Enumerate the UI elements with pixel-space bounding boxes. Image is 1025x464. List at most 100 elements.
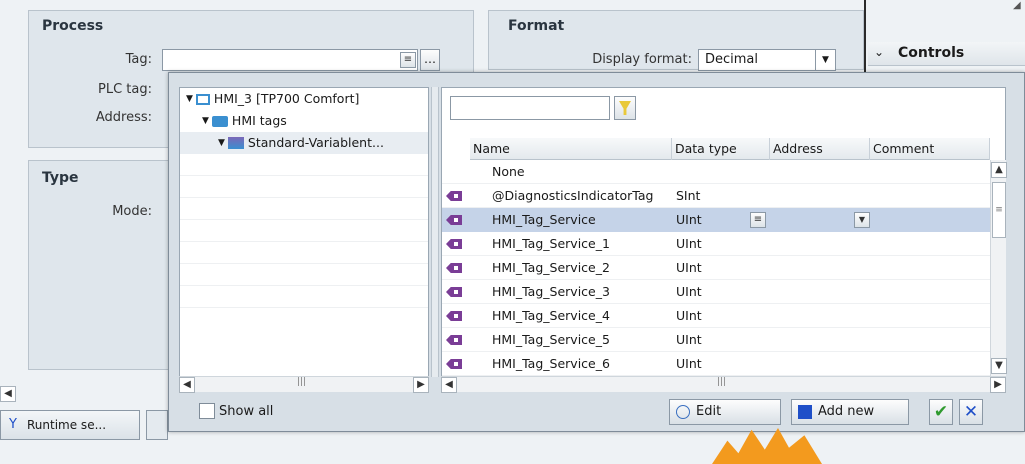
tag-data-type: UInt xyxy=(676,332,702,347)
tag-grid: Name Data type Address Comment None @Diag… xyxy=(441,87,1007,391)
column-header-data-type[interactable]: Data type xyxy=(672,138,770,160)
second-tab[interactable] xyxy=(146,410,168,440)
scroll-thumb[interactable]: ≡ xyxy=(992,182,1006,238)
tag-name: HMI_Tag_Service_2 xyxy=(492,260,610,275)
grid-rows: None @DiagnosticsIndicatorTag SInt HMI_Tag_… xyxy=(442,160,990,378)
filter-funnel-icon xyxy=(619,101,631,115)
tag-data-type: UInt xyxy=(676,284,702,299)
column-header-address[interactable]: Address xyxy=(770,138,870,160)
table-row[interactable]: HMI_Tag_Service_6 UInt xyxy=(442,352,990,376)
scroll-up-icon[interactable]: ▲ xyxy=(991,162,1007,178)
table-row[interactable]: HMI_Tag_Service_5 UInt xyxy=(442,328,990,352)
tag-input[interactable] xyxy=(162,49,418,71)
scroll-down-icon[interactable]: ▼ xyxy=(991,358,1007,374)
expand-arrow-icon: ▼ xyxy=(218,138,225,148)
tag-name: HMI_Tag_Service_5 xyxy=(492,332,610,347)
table-row[interactable]: HMI_Tag_Service_3 UInt xyxy=(442,280,990,304)
tree-item-hmi-tags[interactable]: ▼ HMI tags xyxy=(180,110,428,132)
grid-vscrollbar[interactable]: ▲ ≡ ▼ xyxy=(990,160,1007,378)
tree-empty-row xyxy=(180,154,428,176)
add-new-icon xyxy=(798,405,812,419)
hmi-tag-icon xyxy=(446,359,462,369)
tag-data-type: SInt xyxy=(676,188,701,203)
tag-data-type: UInt xyxy=(676,260,702,275)
close-icon: ✕ xyxy=(963,402,979,422)
tree-item-label: HMI_3 [TP700 Comfort] xyxy=(213,91,360,106)
scroll-grip-icon: ||| xyxy=(297,377,307,387)
tag-name: HMI_Tag_Service_4 xyxy=(492,308,610,323)
left-scroll-arrow[interactable]: ◀ xyxy=(0,386,16,402)
folder-icon xyxy=(211,115,228,127)
tag-browse-button[interactable]: … xyxy=(420,49,440,71)
tag-data-type: UInt xyxy=(676,356,702,371)
column-header-name[interactable]: Name xyxy=(470,138,672,160)
filter-input[interactable] xyxy=(450,96,610,120)
controls-title: Controls xyxy=(898,45,965,61)
plc-tag-label: PLC tag: xyxy=(98,82,152,97)
tree-item-hmi-device[interactable]: ▼ HMI_3 [TP700 Comfort] xyxy=(180,88,428,110)
table-row[interactable]: @DiagnosticsIndicatorTag SInt xyxy=(442,184,990,208)
table-row[interactable]: HMI_Tag_Service_4 UInt xyxy=(442,304,990,328)
splitter[interactable] xyxy=(431,87,439,377)
tree-item-standard-table[interactable]: ▼ Standard-Variablent... xyxy=(180,132,428,154)
chevron-down-icon: ⌄ xyxy=(874,45,885,59)
tree-hscrollbar[interactable]: ◀ ||| ▶ xyxy=(179,376,429,393)
show-all-toggle[interactable]: Show all xyxy=(199,403,273,419)
tag-name: HMI_Tag_Service xyxy=(492,212,596,227)
tree-item-label: HMI tags xyxy=(231,113,287,128)
add-new-label: Add new xyxy=(818,404,875,419)
tag-label: Tag: xyxy=(125,52,152,67)
display-format-select[interactable]: Decimal ▼ xyxy=(698,49,836,71)
display-format-label: Display format: xyxy=(592,52,692,67)
tree-empty-row xyxy=(180,220,428,242)
process-title: Process xyxy=(42,18,104,34)
scroll-left-icon[interactable]: ◀ xyxy=(179,377,195,393)
chevron-down-icon: ▼ xyxy=(815,50,835,70)
burst-decoration xyxy=(712,428,822,464)
controls-header[interactable]: ⌄ Controls xyxy=(868,42,1025,66)
scroll-right-icon[interactable]: ▶ xyxy=(990,377,1006,393)
filter-button[interactable] xyxy=(614,96,636,120)
hmi-tag-icon xyxy=(446,263,462,273)
tree-empty-row xyxy=(180,264,428,286)
show-all-checkbox[interactable] xyxy=(199,403,215,419)
add-new-button[interactable]: Add new xyxy=(791,399,909,425)
show-all-label: Show all xyxy=(219,403,274,419)
scroll-right-icon[interactable]: ▶ xyxy=(413,377,429,393)
cancel-button[interactable]: ✕ xyxy=(959,399,983,425)
mode-label: Mode: xyxy=(112,204,152,219)
tag-name: HMI_Tag_Service_3 xyxy=(492,284,610,299)
column-header-comment[interactable]: Comment xyxy=(870,138,990,160)
wrench-icon: Y xyxy=(9,417,17,432)
tag-data-type: UInt xyxy=(676,236,702,251)
grid-hscrollbar[interactable]: ◀ ||| ▶ xyxy=(441,376,1006,393)
edit-label: Edit xyxy=(696,404,722,419)
display-format-value: Decimal xyxy=(705,52,759,67)
chevron-down-icon[interactable]: ▼ xyxy=(854,212,870,228)
address-dropdown[interactable]: ▼ xyxy=(772,210,870,230)
tag-list-icon[interactable]: ≡ xyxy=(400,52,416,68)
tag-name: None xyxy=(492,164,525,179)
tree-empty-row xyxy=(180,176,428,198)
table-row[interactable]: HMI_Tag_Service UInt ≡ ▼ xyxy=(442,208,990,232)
runtime-tab-label: Runtime se... xyxy=(27,418,107,432)
expand-arrow-icon: ▼ xyxy=(186,94,193,104)
ok-button[interactable]: ✔ xyxy=(929,399,953,425)
tree-item-label: Standard-Variablent... xyxy=(247,135,384,150)
scroll-left-icon[interactable]: ◀ xyxy=(441,377,457,393)
type-title: Type xyxy=(42,170,79,186)
tree-empty-row xyxy=(180,242,428,264)
tag-name: HMI_Tag_Service_6 xyxy=(492,356,610,371)
edit-icon xyxy=(676,405,690,419)
table-row[interactable]: None xyxy=(442,160,990,184)
table-row[interactable]: HMI_Tag_Service_2 UInt xyxy=(442,256,990,280)
expand-arrow-icon: ▼ xyxy=(202,116,209,126)
runtime-settings-tab[interactable]: Y Runtime se... xyxy=(0,410,140,440)
device-icon xyxy=(195,93,210,105)
address-label: Address: xyxy=(95,110,152,125)
table-row[interactable]: HMI_Tag_Service_1 UInt xyxy=(442,232,990,256)
tag-data-type: UInt xyxy=(676,308,702,323)
format-title: Format xyxy=(508,18,565,34)
edit-button[interactable]: Edit xyxy=(669,399,781,425)
data-type-list-icon[interactable]: ≡ xyxy=(750,212,766,228)
